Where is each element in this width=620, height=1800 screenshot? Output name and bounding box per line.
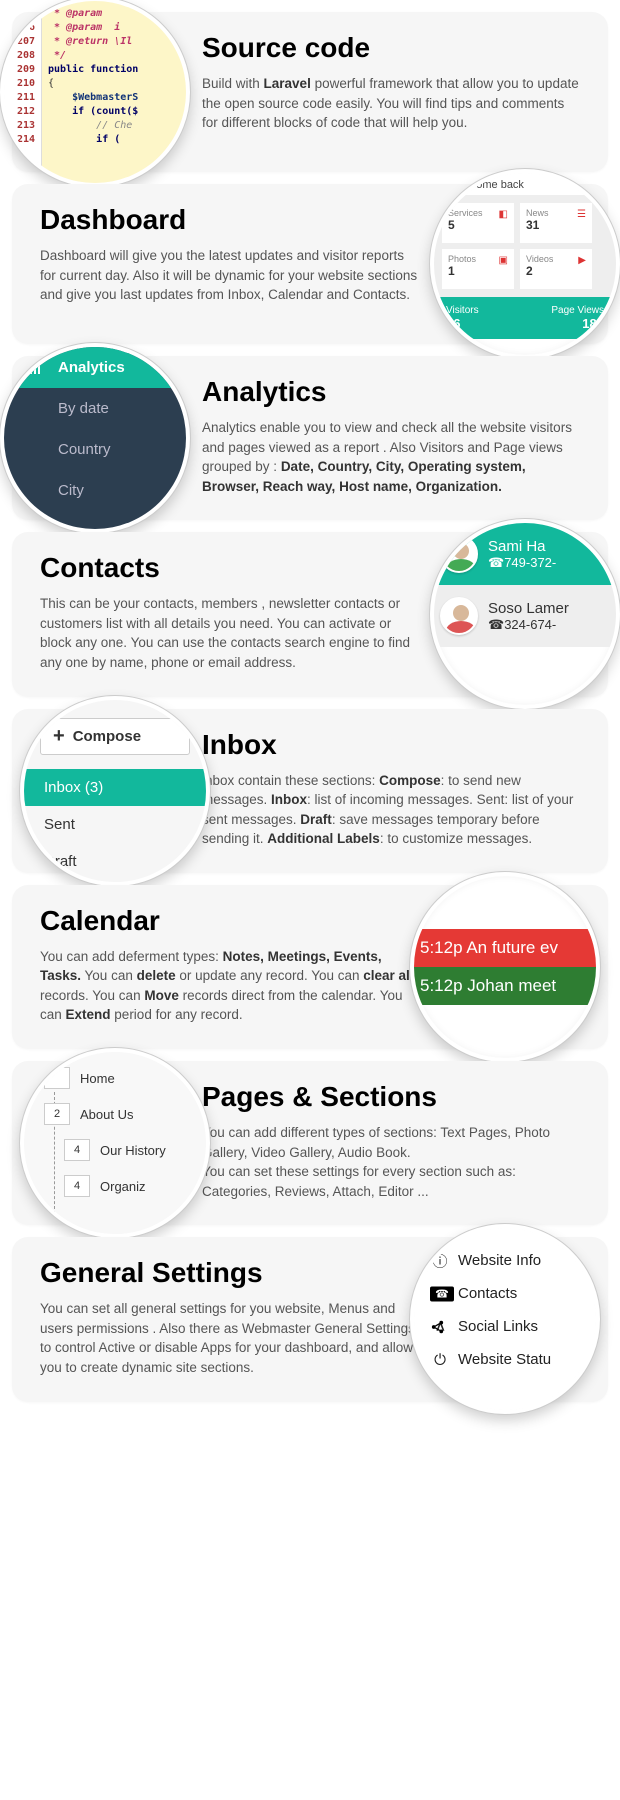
share-icon [430,1319,445,1334]
calendar-desc: You can add deferment types: Notes, Meet… [40,947,418,1025]
tile-icon: ▶ [578,255,586,266]
welcome-text: Welcome back [434,173,616,195]
source-code-desc: Build with Laravel powerful framework th… [202,74,580,133]
inbox-desc: inbox contain these sections: Compose: t… [202,771,580,849]
stat-tile[interactable]: ▣Photos1 [442,249,514,289]
preview-dashboard: Welcome back ◧Services5 ☰News31 ▣Photos1… [430,169,620,359]
card-source-code: 205206207208209210211212213214 * @param … [12,12,608,172]
visitors-stat: Visitors96 [446,305,525,331]
pages-title: Pages & Sections [202,1081,580,1113]
stat-tile[interactable]: ◧Services5 [442,203,514,243]
stat-tile[interactable]: ☰News31 [520,203,592,243]
tile-icon: ☰ [577,209,586,220]
analytics-menu-item[interactable]: Country [4,429,186,470]
code-gutter: 205206207208209210211212213214 [4,1,42,183]
card-general-settings: General Settings You can set all general… [12,1237,608,1401]
avatar-icon [440,535,478,573]
calendar-event[interactable]: 5:12p An future ev [414,929,596,967]
code-body: * @param * @param i * @return \Il */ pub… [42,1,186,183]
compose-button[interactable]: Compose [40,718,190,755]
contact-row[interactable]: Soso Lamer324-674- [434,585,616,647]
stat-tile[interactable]: ▶Videos2 [520,249,592,289]
preview-source-code: 205206207208209210211212213214 * @param … [0,0,190,187]
settings-item-social[interactable]: Social Links [430,1310,590,1343]
dashboard-title: Dashboard [40,204,418,236]
preview-pages: Home 2About Us 4Our History 4Organiz [20,1048,210,1238]
pageviews-stat: Page Views182 [525,305,604,331]
analytics-title: Analytics [202,376,580,408]
card-contacts: Contacts This can be your contacts, memb… [12,532,608,696]
card-pages: Home 2About Us 4Our History 4Organiz Pag… [12,1061,608,1225]
page-tree-item[interactable]: 4Our History [24,1132,206,1168]
page-tree-item[interactable]: Home [24,1060,206,1096]
analytics-menu-item[interactable]: Analytics [4,347,186,388]
inbox-folder[interactable]: Sent [24,806,206,843]
calendar-event[interactable]: 5:12p Johan meet [414,967,596,1005]
analytics-menu-item[interactable]: By date [4,388,186,429]
page-tree-item[interactable]: 2About Us [24,1096,206,1132]
contacts-desc: This can be your contacts, members , new… [40,594,418,672]
general-title: General Settings [40,1257,418,1289]
settings-item-info[interactable]: Website Info [430,1244,590,1277]
preview-contacts: Sami Ha749-372- Soso Lamer324-674- [430,519,620,709]
page-tree-item[interactable]: 4Organiz [24,1168,206,1204]
card-analytics: Analytics By date Country City Analytics… [12,356,608,520]
card-calendar: Calendar You can add deferment types: No… [12,885,608,1049]
contact-row[interactable]: Sami Ha749-372- [434,523,616,585]
inbox-folder[interactable]: Inbox (3) [24,769,206,806]
analytics-menu-item[interactable]: City [4,470,186,511]
tile-icon: ▣ [499,255,508,266]
card-inbox: Compose Inbox (3) Sent Draft Inbox inbox… [12,709,608,873]
settings-item-status[interactable]: Website Statu [430,1343,590,1376]
analytics-desc: Analytics enable you to view and check a… [202,418,580,496]
calendar-title: Calendar [40,905,418,937]
active-indicator [422,1246,425,1268]
dashboard-desc: Dashboard will give you the latest updat… [40,246,418,305]
general-desc: You can set all general settings for you… [40,1299,418,1377]
preview-analytics: Analytics By date Country City [0,343,190,533]
inbox-folder[interactable]: Draft [24,843,206,880]
preview-calendar: 5:12p An future ev 5:12p Johan meet [410,872,600,1062]
inbox-title: Inbox [202,729,580,761]
preview-general-settings: Website Info Contacts Social Links Websi… [410,1224,600,1414]
preview-inbox: Compose Inbox (3) Sent Draft [20,696,210,886]
settings-item-contacts[interactable]: Contacts [430,1277,590,1310]
card-dashboard: Dashboard Dashboard will give you the la… [12,184,608,344]
tile-icon: ◧ [499,209,508,220]
source-code-title: Source code [202,32,580,64]
avatar-icon [440,597,478,635]
pages-desc: You can add different types of sections:… [202,1123,580,1201]
contacts-title: Contacts [40,552,418,584]
